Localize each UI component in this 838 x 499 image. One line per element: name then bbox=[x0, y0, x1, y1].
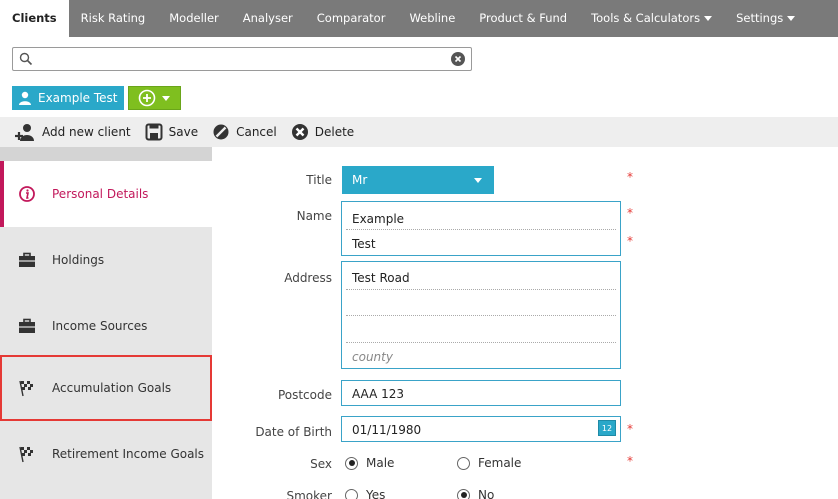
sex-male-radio[interactable]: Male bbox=[345, 456, 394, 470]
required-marker: * bbox=[627, 206, 633, 220]
first-name-input[interactable]: Example bbox=[352, 212, 404, 226]
divider bbox=[346, 315, 616, 316]
radio-selected-icon bbox=[457, 488, 470, 499]
cancel-label: Cancel bbox=[236, 125, 277, 139]
chevron-down-icon bbox=[162, 95, 171, 101]
sidebar-item-retirement-income-goals[interactable]: Retirement Income Goals bbox=[0, 421, 212, 487]
user-icon bbox=[19, 91, 31, 105]
delete-button[interactable]: Delete bbox=[291, 123, 354, 141]
smoker-yes-radio[interactable]: Yes bbox=[345, 488, 385, 499]
search-icon bbox=[19, 52, 33, 66]
sex-label: Sex bbox=[310, 457, 332, 471]
postcode-field[interactable]: AAA 123 bbox=[341, 380, 621, 406]
sidebar-top-strip bbox=[0, 147, 212, 161]
add-client-dropdown-button[interactable] bbox=[127, 86, 181, 110]
clear-search-icon[interactable] bbox=[451, 52, 465, 66]
postcode-label: Postcode bbox=[277, 388, 332, 402]
tab-settings-label: Settings bbox=[736, 11, 784, 25]
tab-settings[interactable]: Settings bbox=[724, 0, 807, 37]
title-label: Title bbox=[306, 173, 332, 187]
save-icon bbox=[145, 123, 163, 141]
sex-female-label: Female bbox=[478, 456, 522, 470]
tab-clients[interactable]: Clients bbox=[0, 0, 69, 37]
address-field-group: Test Road county bbox=[341, 261, 621, 369]
sidebar-item-holdings[interactable]: Holdings bbox=[0, 227, 212, 293]
required-marker: * bbox=[627, 454, 633, 468]
top-nav: Clients Risk Rating Modeller Analyser Co… bbox=[0, 0, 838, 37]
sidebar-item-label: Accumulation Goals bbox=[52, 381, 172, 395]
client-chip-row: Example Test bbox=[12, 86, 181, 110]
postcode-value: AAA 123 bbox=[352, 387, 405, 401]
checkered-flag-icon bbox=[18, 445, 36, 463]
sidebar-item-label: Income Sources bbox=[52, 319, 148, 333]
info-icon bbox=[18, 185, 36, 203]
sidebar-item-label: Retirement Income Goals bbox=[52, 447, 205, 461]
smoker-no-radio[interactable]: No bbox=[457, 488, 494, 499]
tab-tools-calculators-label: Tools & Calculators bbox=[591, 11, 701, 25]
smoker-label: Smoker bbox=[286, 489, 333, 499]
briefcase-icon bbox=[18, 317, 36, 335]
address-label: Address bbox=[284, 271, 332, 285]
sex-male-label: Male bbox=[366, 456, 395, 470]
save-button[interactable]: Save bbox=[145, 123, 198, 141]
address-line1-input[interactable]: Test Road bbox=[352, 271, 410, 285]
tab-comparator[interactable]: Comparator bbox=[305, 0, 398, 37]
client-chip[interactable]: Example Test bbox=[12, 86, 124, 110]
sidebar-item-income-sources[interactable]: Income Sources bbox=[0, 293, 212, 359]
tab-webline[interactable]: Webline bbox=[397, 0, 467, 37]
calendar-icon[interactable]: 12 bbox=[598, 420, 616, 436]
chevron-down-icon bbox=[474, 178, 482, 183]
smoker-no-label: No bbox=[478, 488, 495, 499]
required-marker: * bbox=[627, 170, 633, 184]
last-name-input[interactable]: Test bbox=[352, 237, 376, 251]
tab-analyser[interactable]: Analyser bbox=[231, 0, 305, 37]
divider bbox=[346, 229, 616, 230]
add-new-client-label: Add new client bbox=[42, 125, 131, 139]
client-chip-label: Example Test bbox=[38, 91, 118, 105]
radio-unselected-icon bbox=[345, 488, 358, 499]
tab-modeller[interactable]: Modeller bbox=[157, 0, 231, 37]
dob-value: 01/11/1980 bbox=[352, 423, 422, 437]
checkered-flag-icon bbox=[18, 379, 36, 397]
title-select-value: Mr bbox=[352, 173, 368, 187]
plus-circle-icon bbox=[138, 89, 156, 107]
smoker-yes-label: Yes bbox=[366, 488, 386, 499]
briefcase-icon bbox=[18, 251, 36, 269]
dob-field[interactable]: 01/11/1980 12 bbox=[341, 416, 621, 442]
cancel-icon bbox=[213, 124, 229, 140]
search-input[interactable] bbox=[39, 50, 439, 68]
save-label: Save bbox=[168, 125, 199, 139]
sidebar-item-label: Holdings bbox=[52, 253, 105, 267]
client-search bbox=[12, 47, 472, 71]
radio-unselected-icon bbox=[457, 456, 470, 470]
tab-risk-rating[interactable]: Risk Rating bbox=[69, 0, 158, 37]
cancel-button[interactable]: Cancel bbox=[212, 123, 277, 141]
required-marker: * bbox=[627, 234, 633, 248]
add-new-client-button[interactable]: Add new client bbox=[14, 123, 131, 141]
divider bbox=[346, 289, 616, 290]
name-field-group: Example Test bbox=[341, 201, 621, 256]
radio-selected-icon bbox=[345, 456, 358, 470]
chevron-down-icon bbox=[787, 16, 796, 21]
sidebar-item-accumulation-goals[interactable]: Accumulation Goals bbox=[0, 355, 212, 421]
delete-label: Delete bbox=[314, 125, 355, 139]
sidebar: Personal Details Holdings Income Sources bbox=[0, 147, 212, 499]
delete-icon bbox=[291, 124, 308, 140]
sidebar-item-label: Personal Details bbox=[52, 187, 149, 201]
sidebar-item-personal-details[interactable]: Personal Details bbox=[0, 161, 212, 227]
tab-tools-calculators[interactable]: Tools & Calculators bbox=[579, 0, 724, 37]
county-input[interactable]: county bbox=[352, 350, 393, 364]
toolbar: Add new client Save Cancel Delete bbox=[0, 117, 838, 147]
sex-female-radio[interactable]: Female bbox=[457, 456, 521, 470]
dob-label: Date of Birth bbox=[255, 425, 332, 439]
name-label: Name bbox=[296, 209, 332, 223]
tab-product-fund[interactable]: Product & Fund bbox=[467, 0, 579, 37]
chevron-down-icon bbox=[704, 16, 713, 21]
required-marker: * bbox=[627, 422, 633, 436]
add-user-icon bbox=[15, 124, 34, 141]
title-select[interactable]: Mr bbox=[342, 166, 494, 194]
divider bbox=[346, 342, 616, 343]
